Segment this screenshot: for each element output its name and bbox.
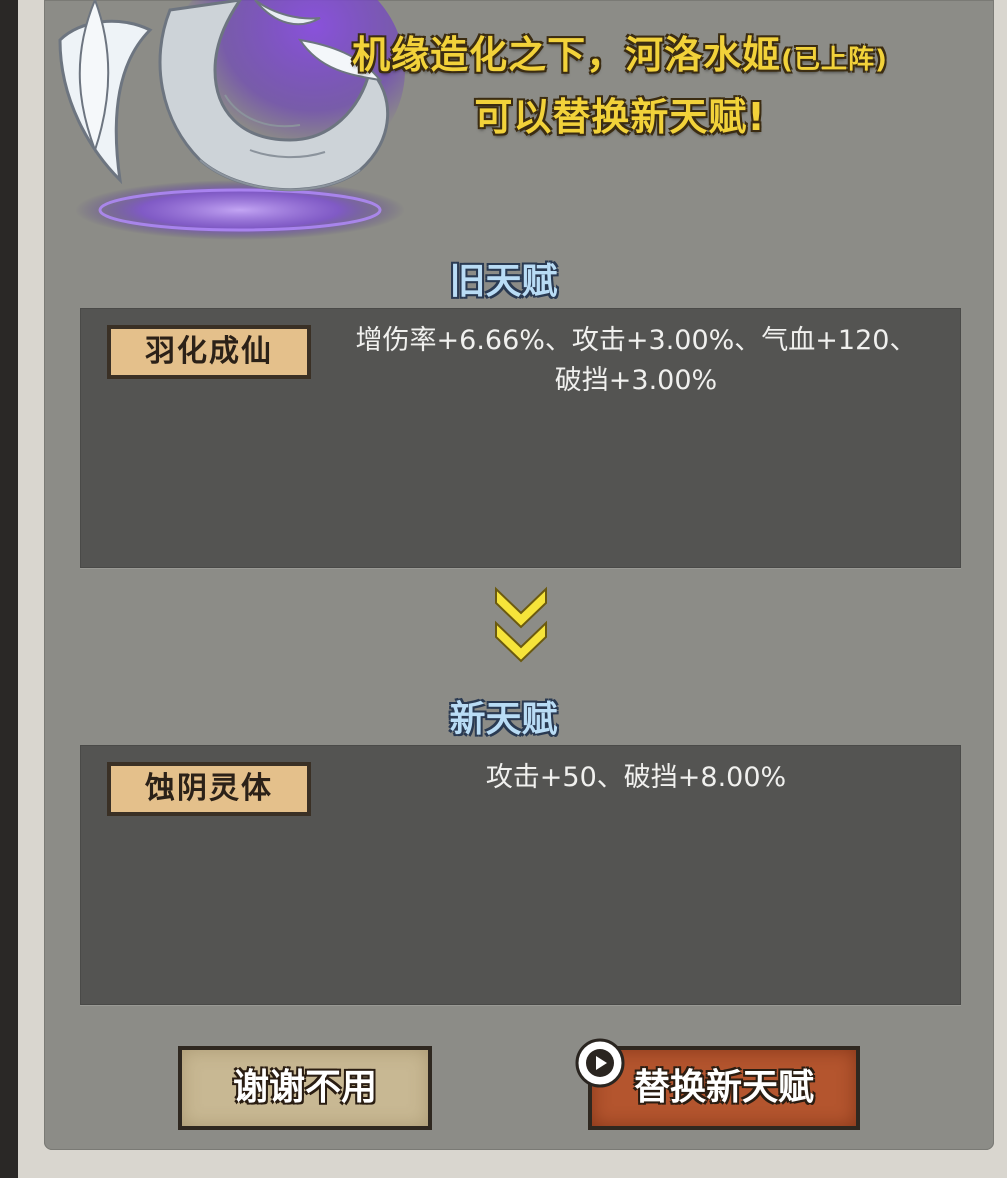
new-talent-title: 新天赋: [449, 699, 558, 740]
old-talent-box: 羽化成仙 增伤率+6.66%、攻击+3.00%、气血+120、 破挡+3.00%: [80, 308, 961, 568]
decline-button[interactable]: 谢谢不用: [178, 1046, 432, 1130]
old-talent-desc-line1: 增伤率+6.66%、攻击+3.00%、气血+120、: [355, 325, 917, 356]
double-chevron-down-icon: [495, 586, 547, 663]
old-talent-desc-line2: 破挡+3.00%: [554, 365, 718, 396]
new-talent-box: 蚀阴灵体 攻击+50、破挡+8.00%: [80, 745, 961, 1005]
old-talent-name: 羽化成仙: [107, 325, 311, 379]
replace-talent-button[interactable]: 替换新天赋: [588, 1046, 860, 1130]
headline-line1: 机缘造化之下，河洛水姬(已上阵): [300, 24, 940, 79]
old-talent-title: 旧天赋: [449, 261, 558, 302]
play-icon[interactable]: [574, 1037, 626, 1089]
headline-line2: 可以替换新天赋!: [474, 95, 766, 139]
new-talent-name: 蚀阴灵体: [107, 762, 311, 816]
old-talent-desc: 增伤率+6.66%、攻击+3.00%、气血+120、 破挡+3.00%: [331, 321, 941, 401]
new-talent-desc: 攻击+50、破挡+8.00%: [485, 762, 787, 793]
headline-main: 机缘造化之下，河洛水姬: [352, 33, 782, 77]
deployed-note: (已上阵): [781, 45, 888, 75]
